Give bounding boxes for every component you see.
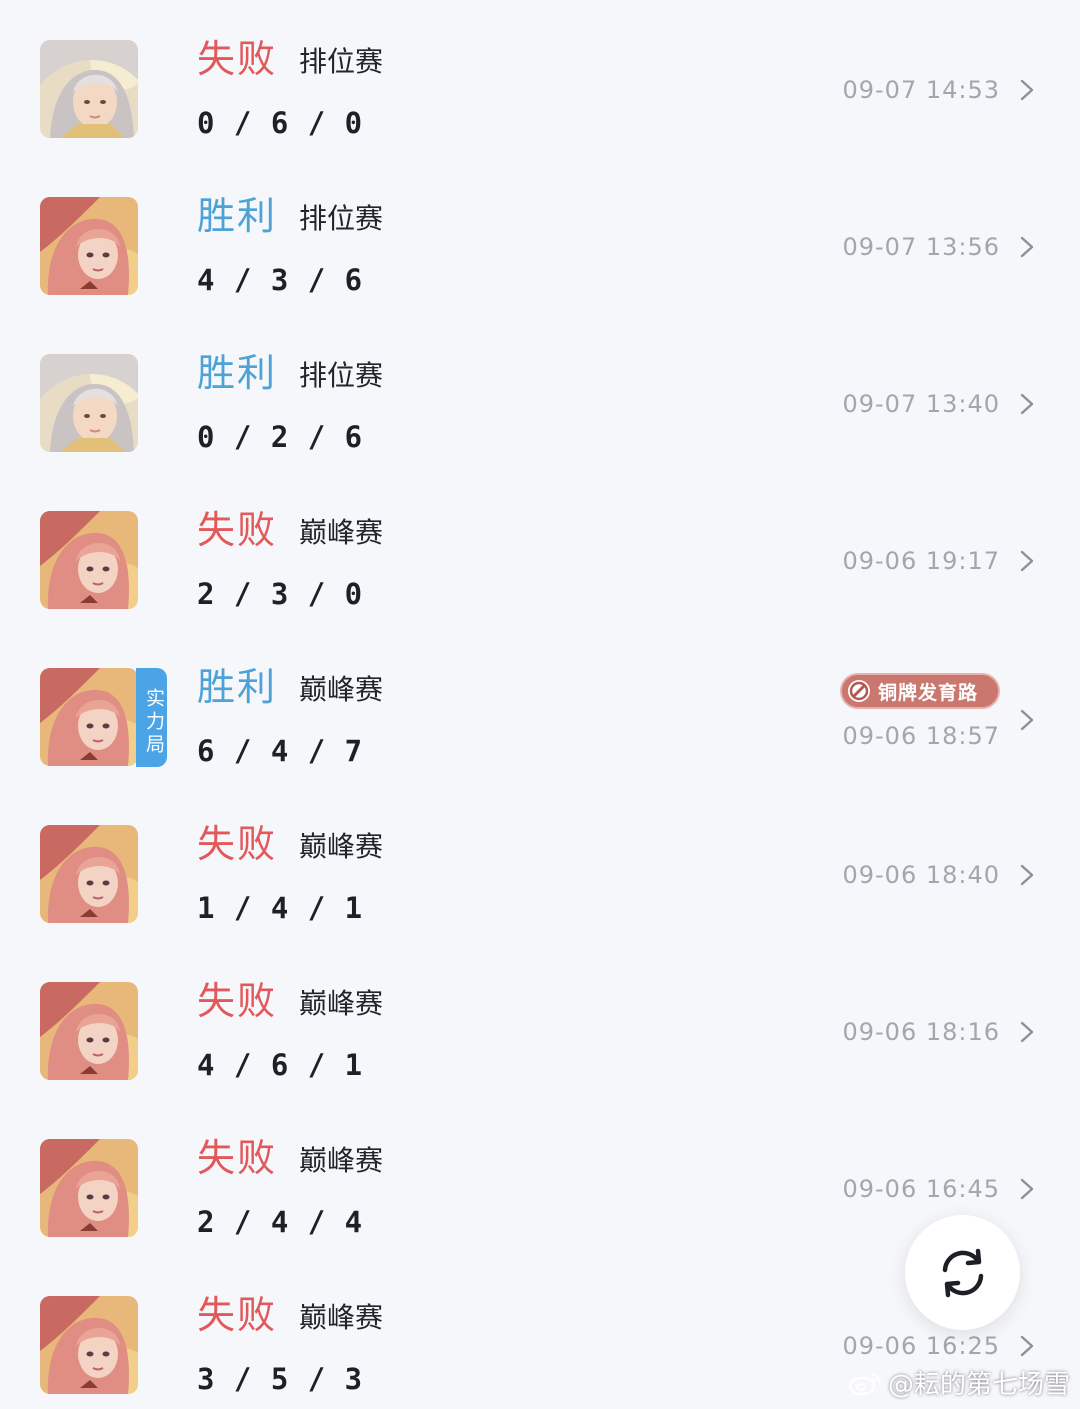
hero-pink-hair-avatar — [40, 825, 138, 923]
badge-label: 铜牌发育路 — [878, 681, 979, 704]
match-mode: 巅峰赛 — [299, 516, 384, 549]
match-kda: 2 / 4 / 4 — [197, 1205, 364, 1239]
match-row[interactable]: 实力局 胜利 巅峰赛 6 / 4 / 7 铜牌发育路 09-06 18:57 — [0, 628, 1080, 785]
match-kda: 4 / 6 / 1 — [197, 1048, 364, 1082]
match-kda: 0 / 6 / 0 — [197, 106, 364, 140]
match-result: 失败 — [197, 979, 278, 1023]
chevron-right-icon[interactable] — [1018, 392, 1036, 416]
hero-pink-hair-avatar — [40, 197, 138, 295]
match-row[interactable]: 失败 巅峰赛 1 / 4 / 1 09-06 18:40 — [0, 785, 1080, 942]
match-mode: 排位赛 — [299, 202, 384, 235]
match-result: 失败 — [197, 508, 278, 552]
match-mode: 巅峰赛 — [299, 1301, 384, 1334]
badge-emblem-icon — [848, 680, 870, 702]
chevron-right-icon[interactable] — [1018, 549, 1036, 573]
chevron-right-icon[interactable] — [1018, 863, 1036, 887]
match-time: 09-06 19:17 — [842, 547, 1000, 575]
role-badge: 铜牌发育路 — [840, 673, 1000, 709]
match-kda: 4 / 3 / 6 — [197, 263, 364, 297]
match-result: 胜利 — [197, 665, 278, 709]
match-time: 09-07 13:56 — [842, 233, 1000, 261]
match-result: 失败 — [197, 1293, 278, 1337]
chevron-right-icon[interactable] — [1018, 1334, 1036, 1358]
match-mode: 巅峰赛 — [299, 987, 384, 1020]
hero-silver-hair-avatar — [40, 40, 138, 138]
hero-pink-hair-avatar — [40, 1296, 138, 1394]
chevron-right-icon[interactable] — [1018, 708, 1036, 732]
match-time: 09-06 18:16 — [842, 1018, 1000, 1046]
match-result: 胜利 — [197, 351, 278, 395]
chevron-right-icon[interactable] — [1018, 1177, 1036, 1201]
hero-silver-hair-avatar — [40, 354, 138, 452]
match-row[interactable]: 胜利 排位赛 0 / 2 / 6 09-07 13:40 — [0, 314, 1080, 471]
match-time: 09-06 16:25 — [842, 1332, 1000, 1360]
hero-pink-hair-avatar — [40, 511, 138, 609]
match-time: 09-06 18:40 — [842, 861, 1000, 889]
match-result: 失败 — [197, 822, 278, 866]
match-time: 09-06 16:45 — [842, 1175, 1000, 1203]
match-mode: 排位赛 — [299, 45, 384, 78]
refresh-button[interactable] — [905, 1215, 1020, 1330]
match-time: 09-07 14:53 — [842, 76, 1000, 104]
weibo-icon — [848, 1372, 881, 1395]
chevron-right-icon[interactable] — [1018, 78, 1036, 102]
match-row[interactable]: 失败 巅峰赛 2 / 3 / 0 09-06 19:17 — [0, 471, 1080, 628]
match-kda: 0 / 2 / 6 — [197, 420, 364, 454]
match-row[interactable]: 失败 巅峰赛 2 / 4 / 4 09-06 16:45 — [0, 1099, 1080, 1256]
match-mode: 排位赛 — [299, 359, 384, 392]
match-row[interactable]: 失败 巅峰赛 4 / 6 / 1 09-06 18:16 — [0, 942, 1080, 1099]
hero-pink-hair-avatar — [40, 982, 138, 1080]
watermark-text: @耘的第七场雪 — [887, 1370, 1070, 1400]
match-kda: 1 / 4 / 1 — [197, 891, 364, 925]
match-result: 失败 — [197, 37, 278, 81]
match-kda: 2 / 3 / 0 — [197, 577, 364, 611]
chevron-right-icon[interactable] — [1018, 235, 1036, 259]
refresh-icon — [942, 1248, 983, 1297]
match-mode: 巅峰赛 — [299, 673, 384, 706]
match-kda: 6 / 4 / 7 — [197, 734, 364, 768]
match-mode: 巅峰赛 — [299, 830, 384, 863]
match-row[interactable]: 失败 排位赛 0 / 6 / 0 09-07 14:53 — [0, 0, 1080, 157]
match-result: 胜利 — [197, 194, 278, 238]
match-time: 09-07 13:40 — [842, 390, 1000, 418]
match-result: 失败 — [197, 1136, 278, 1180]
match-kda: 3 / 5 / 3 — [197, 1362, 364, 1396]
hero-pink-hair-avatar — [40, 668, 138, 766]
weibo-watermark: @耘的第七场雪 — [848, 1364, 1070, 1401]
hero-pink-hair-avatar — [40, 1139, 138, 1237]
match-time: 09-06 18:57 — [842, 722, 1000, 750]
strength-match-tag: 实力局 — [136, 668, 167, 767]
match-row[interactable]: 胜利 排位赛 4 / 3 / 6 09-07 13:56 — [0, 157, 1080, 314]
match-mode: 巅峰赛 — [299, 1144, 384, 1177]
match-history-list: 失败 排位赛 0 / 6 / 0 09-07 14:53 胜利 排位赛 4 / … — [0, 0, 1080, 1409]
chevron-right-icon[interactable] — [1018, 1020, 1036, 1044]
